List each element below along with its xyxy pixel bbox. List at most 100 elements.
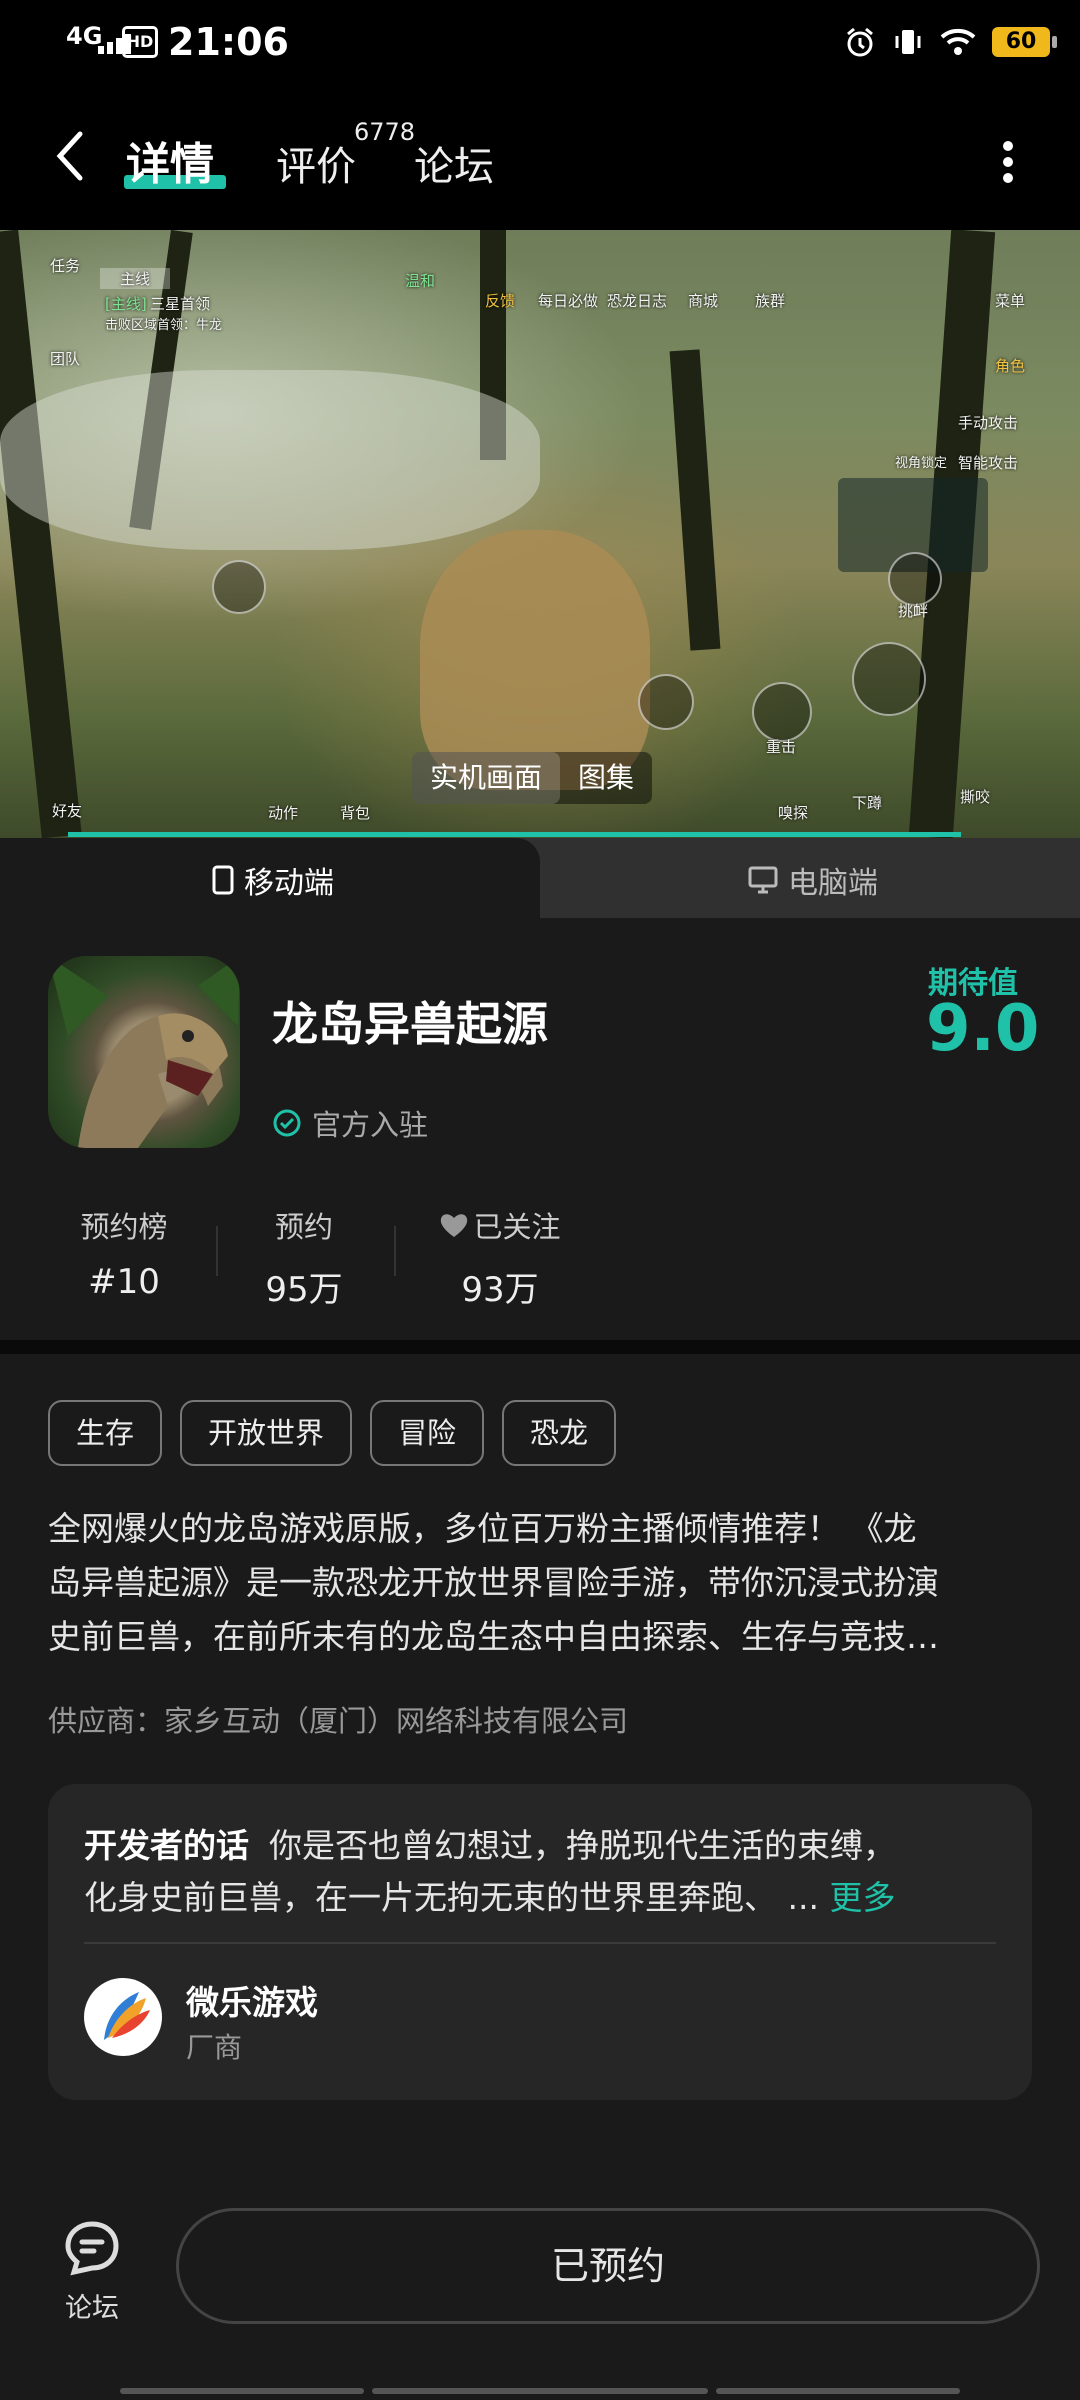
tab-forum[interactable]: 论坛 bbox=[414, 134, 494, 192]
hud-dino-log: 恐龙日志 bbox=[607, 292, 668, 310]
alarm-icon bbox=[847, 27, 873, 57]
stat-ranking-value: #10 bbox=[88, 1262, 160, 1302]
section-divider bbox=[0, 1340, 1080, 1354]
hud-temperament: 温和 bbox=[405, 272, 436, 290]
developer-text-line2: 化身史前巨兽，在一片无拘无束的世界里奔跑、 ... bbox=[84, 1878, 819, 1917]
hud-quest: 三星首领 bbox=[150, 295, 211, 313]
battery-icon: 60 bbox=[992, 27, 1057, 57]
tab-mobile-text: 移动端 bbox=[244, 866, 334, 901]
hud-challenge: 挑衅 bbox=[898, 602, 929, 620]
hud-mainline-tab: 主线 bbox=[100, 268, 171, 289]
description-line: 史前巨兽，在前所未有的龙岛生态中自由探索、生存与竞技… bbox=[48, 1617, 939, 1656]
forum-label[interactable]: 论坛 bbox=[52, 2286, 132, 2325]
hud-quest-sub: 击败区域首领：牛龙 bbox=[105, 318, 223, 333]
reserved-button[interactable]: 已预约 bbox=[176, 2208, 1040, 2324]
hd-icon: HD bbox=[122, 26, 158, 58]
developer-more-link[interactable]: 更多 bbox=[829, 1878, 895, 1917]
gesture-bar bbox=[372, 2388, 708, 2394]
hud-friends: 好友 bbox=[52, 802, 83, 820]
tag-list: 生存 开放世界 冒险 恐龙 bbox=[48, 1400, 617, 1466]
tab-gallery[interactable]: 图集 bbox=[560, 752, 652, 804]
gesture-bar bbox=[120, 2388, 364, 2394]
tab-pc-text: 电脑端 bbox=[788, 866, 878, 901]
review-count-badge: 6778 bbox=[354, 118, 416, 146]
hud-menu: 菜单 bbox=[995, 292, 1026, 310]
tag-dinosaur[interactable]: 恐龙 bbox=[502, 1400, 617, 1466]
hud-lock-view: 视角锁定 bbox=[895, 456, 948, 471]
gameplay-media[interactable]: 任务 主线 [主线] 三星首领 击败区域首领：牛龙 团队 温和 反馈 每日必做 … bbox=[0, 230, 1080, 838]
verified-check-icon bbox=[273, 1109, 301, 1137]
hud-mainline-tag: [主线] bbox=[105, 295, 147, 313]
stat-follow-label-row: 已关注 bbox=[432, 1204, 568, 1246]
hud-bite: 撕咬 bbox=[960, 788, 991, 806]
stat-follow-label: 已关注 bbox=[473, 1210, 561, 1244]
more-options-icon[interactable] bbox=[1000, 140, 1016, 184]
stat-follow-value: 93万 bbox=[461, 1270, 539, 1310]
description-line: 岛异兽起源》是一款恐龙开放世界冒险手游，带你沉浸式扮演 bbox=[48, 1563, 939, 1602]
status-bar: 4G HD 21:06 60 bbox=[0, 0, 1080, 90]
tab-mobile-label[interactable]: 移动端 bbox=[212, 858, 334, 902]
hud-tribe: 族群 bbox=[755, 292, 786, 310]
tab-review[interactable]: 评价 bbox=[276, 134, 356, 192]
forum-button[interactable] bbox=[52, 2218, 132, 2282]
wifi-icon bbox=[940, 28, 976, 55]
card-divider bbox=[84, 1942, 996, 1944]
hud-feedback: 反馈 bbox=[485, 292, 516, 310]
vibrate-icon bbox=[895, 30, 921, 54]
hud-sniff: 嗅探 bbox=[778, 804, 809, 822]
developer-text-line1: 你是否也曾幻想过，挣脱现代生活的束缚， bbox=[269, 1826, 896, 1865]
supplier-info: 供应商：家乡互动（厦门）网络科技有限公司 bbox=[48, 1704, 629, 1738]
hud-task-label: 任务 bbox=[50, 257, 81, 275]
hud-manual-attack: 手动攻击 bbox=[958, 414, 1019, 432]
media-progress-bar bbox=[68, 832, 962, 837]
developer-name[interactable]: 微乐游戏 bbox=[186, 1976, 318, 2024]
clock: 21:06 bbox=[168, 20, 289, 64]
developer-logo[interactable] bbox=[84, 1978, 162, 2056]
gesture-bar bbox=[716, 2388, 960, 2394]
network-label: 4G bbox=[66, 22, 103, 50]
stat-divider bbox=[216, 1226, 218, 1276]
hud-shop: 商城 bbox=[688, 292, 719, 310]
stat-reservations-value: 95万 bbox=[265, 1270, 343, 1310]
tab-detail[interactable]: 详情 bbox=[126, 128, 214, 192]
official-label: 官方入驻 bbox=[312, 1108, 429, 1142]
hud-heavy: 重击 bbox=[766, 738, 797, 756]
developer-message[interactable]: 开发者的话 你是否也曾幻想过，挣脱现代生活的束缚， 化身史前巨兽，在一片无拘无束的… bbox=[84, 1820, 984, 1924]
developer-role: 厂商 bbox=[186, 2031, 243, 2064]
description-line: 全网爆火的龙岛游戏原版，多位百万粉主播倾情推荐！ 《龙 bbox=[48, 1509, 917, 1548]
developer-heading: 开发者的话 bbox=[84, 1826, 249, 1865]
stat-reservations-label: 预约 bbox=[274, 1210, 333, 1244]
stat-follow[interactable]: 已关注 93万 bbox=[432, 1204, 568, 1311]
tab-pc[interactable]: 电脑端 bbox=[748, 858, 878, 902]
media-tab-switcher: 实机画面 图集 bbox=[412, 752, 653, 804]
hud-daily: 每日必做 bbox=[538, 292, 599, 310]
game-description[interactable]: 全网爆火的龙岛游戏原版，多位百万粉主播倾情推荐！ 《龙 岛异兽起源》是一款恐龙开… bbox=[48, 1502, 1032, 1664]
hud-smart-attack: 智能攻击 bbox=[958, 454, 1019, 472]
hud-team: 团队 bbox=[50, 350, 81, 368]
hud-crouch: 下蹲 bbox=[852, 794, 883, 812]
stat-divider bbox=[394, 1226, 396, 1276]
hud-backpack: 背包 bbox=[340, 804, 371, 822]
expectation-score: 9.0 bbox=[926, 992, 1040, 1066]
stat-reservations: 预约 95万 bbox=[256, 1204, 352, 1311]
heavy-attack-button[interactable] bbox=[752, 682, 812, 742]
forum-chat-icon bbox=[65, 2221, 119, 2276]
monitor-icon bbox=[748, 866, 778, 894]
tag-survival[interactable]: 生存 bbox=[48, 1400, 163, 1466]
game-title: 龙岛异兽起源 bbox=[272, 997, 548, 1051]
tag-open-world[interactable]: 开放世界 bbox=[180, 1400, 353, 1466]
challenge-button[interactable] bbox=[888, 552, 942, 606]
tab-gameplay-video[interactable]: 实机画面 bbox=[412, 752, 561, 804]
stat-ranking[interactable]: 预约榜 #10 bbox=[72, 1204, 176, 1302]
joystick-target[interactable] bbox=[852, 642, 926, 716]
hud-role: 角色 bbox=[995, 357, 1026, 375]
skill-button[interactable] bbox=[638, 674, 694, 730]
heart-icon bbox=[441, 1214, 468, 1237]
move-joystick[interactable] bbox=[212, 560, 266, 614]
tag-adventure[interactable]: 冒险 bbox=[370, 1400, 485, 1466]
stat-ranking-label: 预约榜 bbox=[80, 1210, 168, 1244]
status-icons: 60 bbox=[844, 26, 1057, 58]
phone-icon bbox=[212, 865, 234, 895]
official-badge: 官方入驻 bbox=[272, 1102, 428, 1144]
back-arrow-icon[interactable] bbox=[52, 128, 88, 184]
